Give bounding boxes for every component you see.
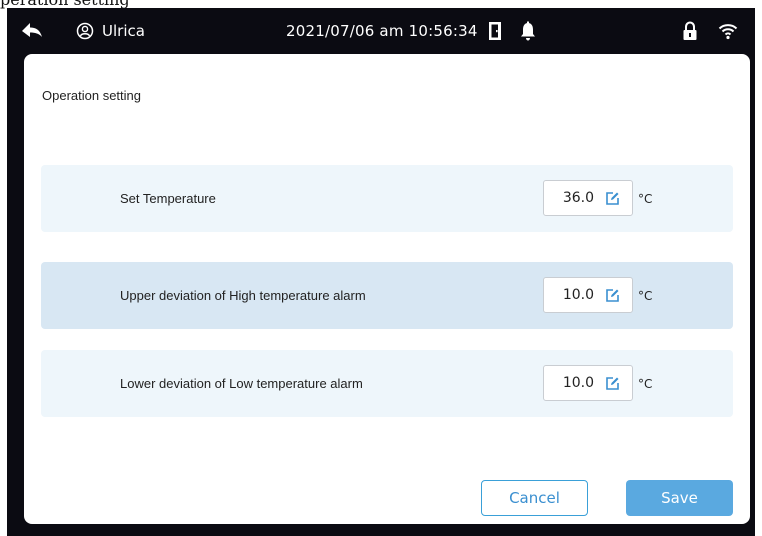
user-badge-icon[interactable] — [76, 8, 94, 54]
unit-label: °C — [638, 191, 653, 206]
wifi-icon[interactable] — [718, 8, 738, 54]
operation-setting-panel: Operation setting Set Temperature 36.0 °… — [24, 54, 750, 524]
back-arrow-icon[interactable] — [21, 8, 43, 54]
setting-row-low-alarm-deviation: Lower deviation of Low temperature alarm… — [41, 350, 733, 417]
low-alarm-deviation-field[interactable]: 10.0 — [543, 365, 633, 401]
unit-label: °C — [638, 376, 653, 391]
edit-icon[interactable] — [606, 376, 620, 390]
edit-icon[interactable] — [606, 191, 620, 205]
setting-label: Upper deviation of High temperature alar… — [120, 288, 366, 303]
top-caption: peration setting — [0, 0, 130, 8]
lock-icon[interactable] — [682, 8, 698, 54]
edit-icon[interactable] — [606, 288, 620, 302]
setting-value: 10.0 — [562, 287, 594, 303]
setting-label: Lower deviation of Low temperature alarm — [120, 376, 363, 391]
setting-row-set-temperature: Set Temperature 36.0 °C — [41, 165, 733, 232]
setting-value: 36.0 — [562, 190, 594, 206]
bell-icon[interactable] — [520, 8, 536, 54]
datetime: 2021/07/06 am 10:56:34 — [286, 22, 478, 40]
save-button[interactable]: Save — [626, 480, 733, 516]
user-name[interactable]: Ulrica — [102, 8, 145, 54]
high-alarm-deviation-field[interactable]: 10.0 — [543, 277, 633, 313]
cancel-button[interactable]: Cancel — [481, 480, 588, 516]
setting-row-high-alarm-deviation: Upper deviation of High temperature alar… — [41, 262, 733, 329]
door-icon[interactable] — [488, 8, 502, 54]
unit-label: °C — [638, 288, 653, 303]
status-bar: Ulrica 2021/07/06 am 10:56:34 — [7, 8, 755, 54]
setting-label: Set Temperature — [120, 191, 216, 206]
page-title: Operation setting — [42, 88, 142, 103]
device-screen: Ulrica 2021/07/06 am 10:56:34 Operation … — [7, 8, 755, 536]
set-temperature-field[interactable]: 36.0 — [543, 180, 633, 216]
setting-value: 10.0 — [562, 375, 594, 391]
